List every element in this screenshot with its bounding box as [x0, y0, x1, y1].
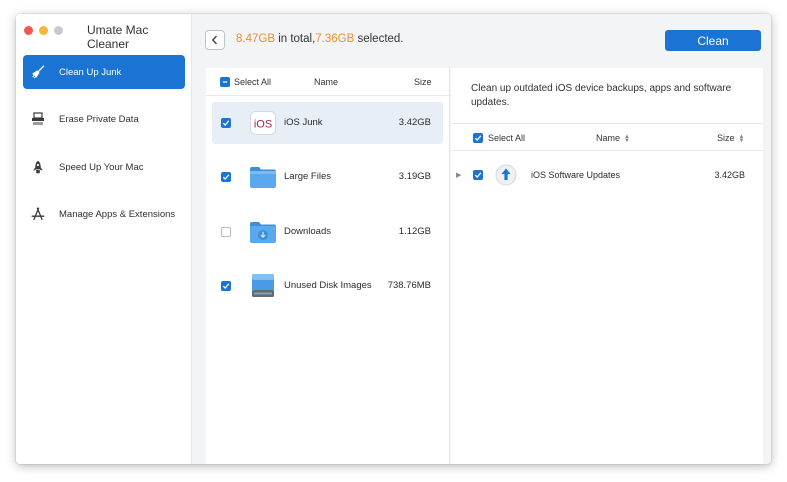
- row-size: 738.76MB: [387, 280, 431, 291]
- disk-image-icon: [249, 273, 277, 299]
- back-button[interactable]: [205, 30, 225, 50]
- upload-arrow-icon: [495, 164, 517, 186]
- chevron-left-icon: [211, 35, 218, 45]
- total-size: 8.47GB: [236, 33, 275, 45]
- sidebar-item-manage-apps-extensions[interactable]: Manage Apps & Extensions: [23, 197, 185, 231]
- select-all-checkbox[interactable]: [473, 133, 483, 143]
- category-list-panel: Select All Name Size iOS iOS Junk 3.42GB: [206, 68, 450, 464]
- sidebar-item-clean-up-junk[interactable]: Clean Up Junk: [23, 55, 185, 89]
- broom-icon: [31, 65, 45, 79]
- sidebar-item-label: Speed Up Your Mac: [59, 161, 144, 173]
- row-name: Unused Disk Images: [284, 280, 372, 291]
- sort-arrows-icon: ▲ ▼: [624, 133, 630, 144]
- sidebar-item-label: Manage Apps & Extensions: [59, 208, 176, 220]
- name-header-label: Name: [596, 133, 621, 143]
- category-row-large-files[interactable]: Large Files 3.19GB: [212, 156, 443, 198]
- size-header-label: Size: [717, 133, 735, 143]
- details-list-header: Select All Name ▲ ▼ Size ▲ ▼: [451, 123, 763, 151]
- select-all-checkbox[interactable]: [220, 77, 230, 87]
- size-column-header[interactable]: Size: [414, 77, 432, 87]
- details-panel: Clean up outdated iOS device backups, ap…: [451, 68, 763, 464]
- selection-summary: 8.47GB in total,7.36GB selected.: [236, 33, 404, 45]
- app-window: Umate Mac Cleaner Clean Up Junk Erase Pr…: [16, 14, 771, 464]
- expand-arrow-icon[interactable]: ▶: [456, 171, 461, 179]
- shredder-icon: [31, 112, 45, 126]
- category-row-ios-junk[interactable]: iOS iOS Junk 3.42GB: [212, 102, 443, 144]
- ios-icon: iOS: [249, 110, 277, 136]
- row-checkbox[interactable]: [473, 170, 483, 180]
- zoom-window-button[interactable]: [54, 26, 63, 35]
- row-size: 3.19GB: [398, 171, 431, 182]
- category-list-header: Select All Name Size: [206, 68, 449, 96]
- sidebar-item-speed-up-your-mac[interactable]: Speed Up Your Mac: [23, 150, 185, 184]
- details-row-ios-software-updates[interactable]: ▶ iOS Software Updates 3.42GB: [451, 160, 763, 190]
- row-size: 1.12GB: [398, 226, 431, 237]
- app-title: Umate Mac Cleaner: [87, 23, 149, 51]
- ios-icon-text: iOS: [254, 119, 272, 131]
- app-store-icon: [31, 207, 45, 221]
- row-name: Large Files: [284, 171, 331, 182]
- row-name: iOS Junk: [284, 117, 323, 128]
- rocket-icon: [31, 160, 45, 174]
- category-row-downloads[interactable]: Downloads 1.12GB: [212, 211, 443, 253]
- row-checkbox[interactable]: [221, 281, 231, 291]
- row-size: 3.42GB: [714, 170, 745, 180]
- row-checkbox[interactable]: [221, 172, 231, 182]
- sidebar: Umate Mac Cleaner Clean Up Junk Erase Pr…: [16, 14, 192, 464]
- window-controls: [24, 26, 63, 35]
- clean-button[interactable]: Clean: [665, 30, 761, 51]
- size-column-header[interactable]: Size ▲ ▼: [717, 133, 745, 144]
- select-all-label: Select All: [234, 77, 272, 87]
- close-window-button[interactable]: [24, 26, 33, 35]
- folder-icon: [249, 164, 277, 190]
- select-all-label: Select All: [488, 133, 526, 143]
- downloads-folder-icon: [249, 219, 277, 245]
- row-name: Downloads: [284, 226, 331, 237]
- sidebar-item-label: Erase Private Data: [59, 113, 139, 125]
- category-row-unused-disk-images[interactable]: Unused Disk Images 738.76MB: [212, 265, 443, 307]
- category-description: Clean up outdated iOS device backups, ap…: [471, 83, 732, 108]
- selected-text: selected.: [354, 33, 404, 45]
- sort-arrows-icon: ▲ ▼: [738, 133, 745, 144]
- row-name: iOS Software Updates: [531, 170, 621, 180]
- row-checkbox[interactable]: [221, 118, 231, 128]
- sidebar-item-label: Clean Up Junk: [59, 66, 122, 78]
- name-column-header[interactable]: Name ▲ ▼: [596, 133, 630, 144]
- sidebar-item-erase-private-data[interactable]: Erase Private Data: [23, 102, 185, 136]
- row-size: 3.42GB: [398, 117, 431, 128]
- minimize-window-button[interactable]: [39, 26, 48, 35]
- selected-size: 7.36GB: [315, 33, 355, 45]
- row-checkbox[interactable]: [221, 227, 231, 237]
- total-text: in total,: [275, 33, 316, 45]
- name-column-header[interactable]: Name: [314, 77, 338, 87]
